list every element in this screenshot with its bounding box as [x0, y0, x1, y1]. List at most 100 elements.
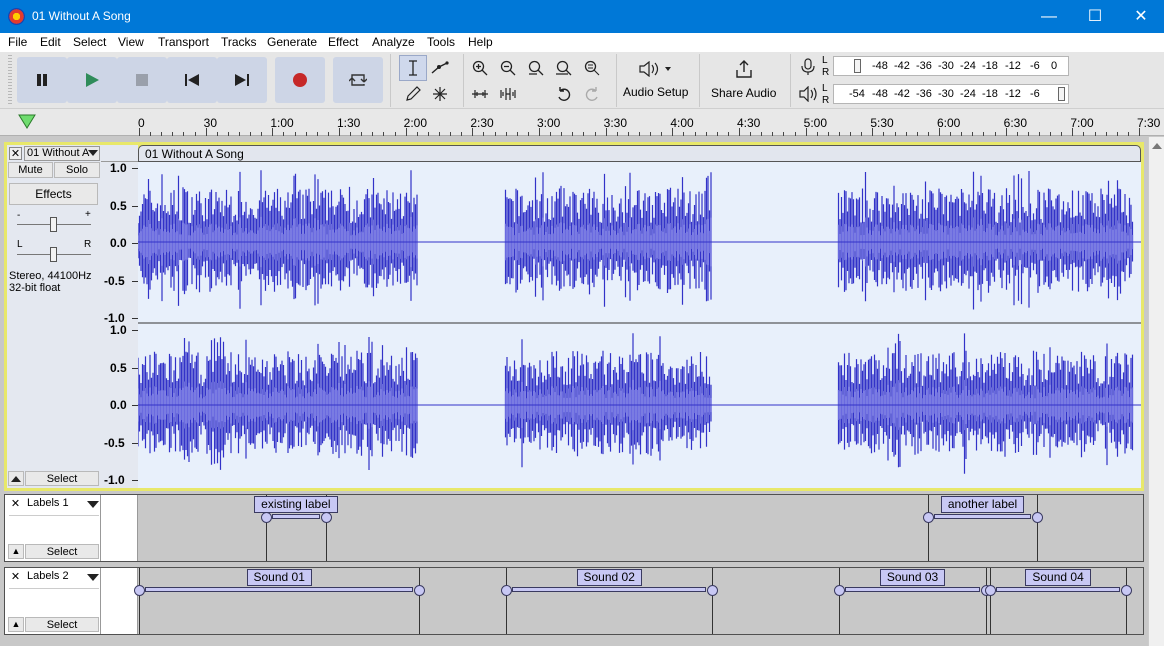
fit-selection-button[interactable]	[523, 56, 549, 80]
label-text-box[interactable]: Sound 03	[879, 569, 946, 586]
zoom-out-button[interactable]	[495, 56, 521, 80]
timeline-tick-label: 3:00	[537, 116, 561, 130]
playback-meter-slider[interactable]	[1058, 87, 1065, 101]
label-end-handle[interactable]	[320, 512, 332, 523]
label-end-handle[interactable]	[1120, 585, 1132, 596]
pause-button[interactable]	[17, 57, 67, 103]
label-end-handle[interactable]	[1031, 512, 1043, 523]
menu-select[interactable]: Select	[73, 35, 106, 49]
label-start-handle[interactable]	[134, 585, 145, 596]
undo-button[interactable]	[551, 82, 577, 106]
timeline-ruler[interactable]	[0, 109, 1164, 136]
label-track-close-button[interactable]: ✕	[9, 571, 22, 584]
draw-tool-button[interactable]	[400, 82, 426, 106]
pan-right-label: R	[84, 239, 92, 250]
timeline-minor-tick	[972, 132, 974, 136]
menu-tracks[interactable]: Tracks	[221, 35, 257, 49]
label-start-handle[interactable]	[260, 512, 272, 523]
timeline-minor-tick	[1039, 132, 1040, 136]
sample-rate-text: Stereo, 44100Hz	[9, 270, 92, 282]
label-text-box[interactable]: existing label	[254, 496, 338, 513]
gain-slider-thumb[interactable]	[50, 217, 57, 232]
menu-view[interactable]: View	[118, 35, 144, 49]
microphone-icon[interactable]	[799, 58, 817, 76]
label-track-close-button[interactable]: ✕	[9, 498, 22, 511]
timeline-minor-tick	[1050, 132, 1052, 136]
selection-tool-button[interactable]	[399, 55, 427, 81]
label-region-bar[interactable]	[933, 514, 1031, 519]
label-start-handle[interactable]	[500, 585, 512, 596]
label-track-select-button[interactable]: Select	[25, 617, 99, 632]
playback-speaker-icon[interactable]	[798, 86, 818, 102]
label-region-bar[interactable]	[145, 587, 413, 592]
skip-to-start-button[interactable]	[167, 57, 217, 103]
label-track-select-button[interactable]: Select	[25, 544, 99, 559]
record-meter-slider[interactable]	[854, 59, 861, 73]
trim-audio-button[interactable]	[467, 82, 493, 106]
timeline-minor-tick	[761, 132, 763, 136]
record-button[interactable]	[275, 57, 325, 103]
menu-edit[interactable]: Edit	[40, 35, 61, 49]
label-end-handle[interactable]	[414, 585, 425, 596]
timeline-minor-tick	[261, 132, 263, 136]
solo-button[interactable]: Solo	[54, 162, 100, 178]
label-track-menu-chevron-down-icon[interactable]	[87, 501, 99, 508]
audio-setup-button[interactable]: Audio Setup	[620, 56, 692, 104]
zoom-in-button[interactable]	[467, 56, 493, 80]
menu-file[interactable]: File	[8, 35, 27, 49]
label-track-menu-chevron-down-icon[interactable]	[87, 574, 99, 581]
timeline-minor-tick	[1061, 132, 1063, 136]
timeline-minor-tick	[839, 132, 840, 136]
silence-audio-button[interactable]	[495, 82, 521, 106]
envelope-tool-button[interactable]	[427, 56, 453, 80]
label-region-bar[interactable]	[271, 514, 320, 519]
close-button[interactable]: ✕	[1118, 0, 1164, 33]
collapse-label-track-button[interactable]: ▲	[8, 544, 24, 559]
timeline-minor-tick	[194, 132, 196, 136]
label-text-box[interactable]: Sound 02	[576, 569, 642, 586]
loop-button[interactable]	[333, 57, 383, 103]
label-region-bar[interactable]	[845, 587, 980, 592]
maximize-button[interactable]: ☐	[1072, 0, 1118, 33]
label-region-bar[interactable]	[511, 587, 707, 592]
label-start-line	[839, 568, 840, 634]
playback-level-meter[interactable]: -54 -48 -42 -36 -30 -24 -18 -12 -6	[833, 84, 1069, 104]
pan-slider-thumb[interactable]	[50, 247, 57, 262]
menu-generate[interactable]: Generate	[267, 35, 317, 49]
label-text-box[interactable]: another label	[940, 496, 1025, 513]
scroll-up-arrow-icon[interactable]	[1152, 142, 1162, 150]
share-audio-button[interactable]: Share Audio	[705, 56, 783, 104]
audio-track-close-button[interactable]: ✕	[9, 147, 22, 160]
multi-tool-button[interactable]	[427, 82, 453, 106]
menu-transport[interactable]: Transport	[158, 35, 209, 49]
vertical-scrollbar[interactable]	[1148, 137, 1164, 646]
minimize-button[interactable]: —	[1026, 0, 1072, 33]
timeline-minor-tick	[161, 132, 163, 136]
menu-tools[interactable]: Tools	[427, 35, 455, 49]
label-start-handle[interactable]	[922, 512, 934, 523]
stop-button[interactable]	[117, 57, 167, 103]
menu-effect[interactable]: Effect	[328, 35, 358, 49]
menu-help[interactable]: Help	[468, 35, 493, 49]
collapse-track-button[interactable]	[8, 471, 24, 486]
label-text-box[interactable]: Sound 04	[1025, 569, 1091, 586]
effects-button[interactable]: Effects	[9, 183, 98, 205]
record-level-meter[interactable]: -48 -42 -36 -30 -24 -18 -12 -6 0	[833, 56, 1069, 76]
audio-track-name: 01 Without A	[27, 147, 90, 159]
audio-track-select-button[interactable]: Select	[25, 471, 99, 486]
zoom-toggle-button[interactable]	[579, 56, 605, 80]
collapse-label-track-button[interactable]: ▲	[8, 617, 24, 632]
mute-button[interactable]: Mute	[8, 162, 53, 178]
toolbar-grip[interactable]	[8, 55, 12, 105]
clip-header[interactable]: 01 Without A Song	[138, 145, 1141, 162]
redo-button[interactable]	[579, 82, 605, 106]
label-text-box[interactable]: Sound 01	[246, 569, 312, 586]
play-head-triangle-icon[interactable]	[17, 114, 37, 130]
fit-project-button[interactable]	[551, 56, 577, 80]
label-start-handle[interactable]	[834, 585, 845, 596]
menu-analyze[interactable]: Analyze	[372, 35, 415, 49]
play-button[interactable]	[67, 57, 117, 103]
waveform-display[interactable]	[138, 162, 1141, 488]
skip-to-end-button[interactable]	[217, 57, 267, 103]
label-region-bar[interactable]	[996, 587, 1120, 592]
